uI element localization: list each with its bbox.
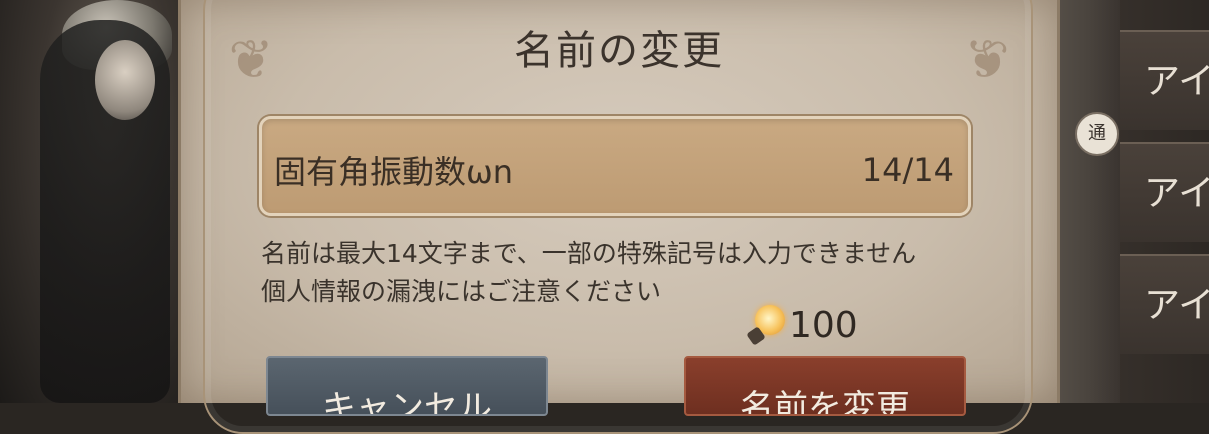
name-rule-note: 名前は最大14文字まで、一部の特殊記号は入力できません bbox=[261, 239, 917, 268]
character-face bbox=[95, 40, 155, 120]
privacy-warning-note: 個人情報の漏洩にはご注意ください bbox=[261, 277, 662, 306]
rename-cost: 100 bbox=[746, 300, 858, 350]
lightbulb-currency-icon bbox=[746, 305, 785, 346]
side-item[interactable]: アイ bbox=[1120, 254, 1209, 354]
side-badge[interactable]: 通 bbox=[1075, 112, 1119, 156]
name-input-field[interactable]: 固有角振動数ωn 14/14 bbox=[259, 116, 971, 216]
cancel-button[interactable]: キャンセル bbox=[266, 356, 548, 416]
character-counter: 14/14 bbox=[861, 151, 954, 189]
rename-dialog: ❦ ❦ 名前の変更 固有角振動数ωn 14/14 名前は最大14文字まで、一部の… bbox=[178, 0, 1060, 434]
dialog-title: 名前の変更 bbox=[514, 28, 724, 74]
side-item[interactable]: アイ bbox=[1120, 30, 1209, 130]
name-input-value: 固有角振動数ωn bbox=[274, 153, 514, 191]
confirm-rename-button[interactable]: 名前を変更 bbox=[684, 356, 966, 416]
cost-value: 100 bbox=[789, 304, 858, 346]
side-item[interactable]: アイ bbox=[1120, 142, 1209, 242]
